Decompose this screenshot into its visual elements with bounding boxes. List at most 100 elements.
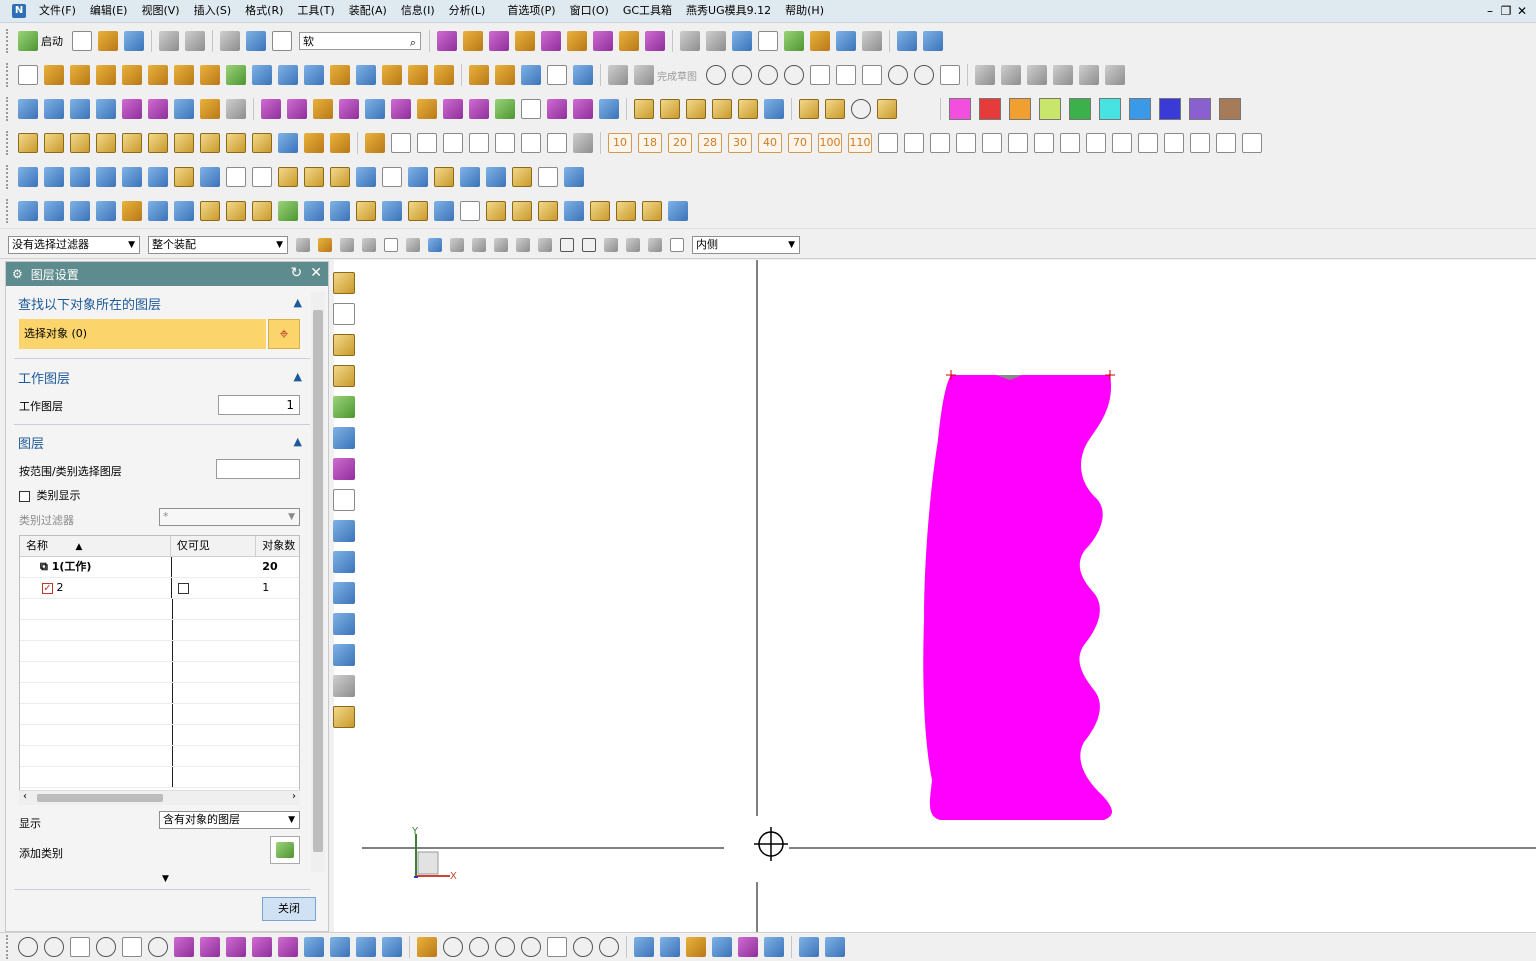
stop-pin-icon[interactable] [538, 201, 558, 221]
start-icon[interactable] [18, 31, 38, 51]
patch-icon[interactable] [391, 99, 411, 119]
spline-icon[interactable] [573, 937, 593, 957]
radius-icon[interactable] [712, 99, 732, 119]
x-form-icon[interactable] [339, 99, 359, 119]
move-object-icon[interactable] [764, 937, 784, 957]
snap-point-icon[interactable] [604, 238, 618, 252]
tray-icon[interactable] [642, 201, 662, 221]
ramp-icon[interactable] [460, 167, 480, 187]
select-objects-field[interactable]: 选择对象 (0) [19, 319, 266, 349]
clamp-icon[interactable] [278, 133, 298, 153]
undo-icon[interactable] [159, 31, 179, 51]
support-icon[interactable] [512, 167, 532, 187]
doc-icon[interactable] [469, 133, 489, 153]
display-select[interactable]: 含有对象的图层 ▼ [159, 811, 300, 829]
color-swatch-brown[interactable] [1219, 98, 1241, 120]
reset-icon[interactable]: ↻ [291, 265, 303, 281]
dialog-title-bar[interactable]: ⚙ 图层设置 ↻ ✕ [6, 262, 328, 286]
snap-end-icon[interactable] [450, 238, 464, 252]
corner-icon[interactable] [122, 167, 142, 187]
house-icon[interactable] [174, 133, 194, 153]
work-layer-input[interactable]: 1 [218, 395, 300, 415]
profile-n-icon[interactable] [1216, 133, 1236, 153]
assembly-icon[interactable] [437, 31, 457, 51]
tube-icon[interactable] [252, 167, 272, 187]
line-icon[interactable] [732, 65, 752, 85]
brush-icon[interactable] [333, 427, 355, 449]
sprue-icon[interactable] [434, 201, 454, 221]
select-feature-icon[interactable] [318, 238, 332, 252]
shaded-view-icon[interactable] [732, 31, 752, 51]
swept-icon[interactable] [495, 65, 515, 85]
section-curve-icon[interactable] [382, 937, 402, 957]
rect-tool-icon[interactable] [70, 937, 90, 957]
menu-analysis[interactable]: 分析(L) [442, 0, 493, 22]
chevron-up-icon[interactable]: ▲ [294, 296, 302, 309]
close-window-icon[interactable]: ✕ [1514, 4, 1530, 18]
camera-alt-icon[interactable] [521, 133, 541, 153]
gear-icon[interactable] [304, 133, 324, 153]
guide-post-icon[interactable] [356, 201, 376, 221]
panel-tool-icon[interactable] [333, 644, 355, 666]
split-body-icon[interactable] [434, 65, 454, 85]
angle-icon[interactable] [686, 99, 706, 119]
fold-icon[interactable] [547, 937, 567, 957]
flag-icon[interactable] [200, 133, 220, 153]
bridge-curve-icon[interactable] [252, 937, 272, 957]
chamfer-icon[interactable] [122, 65, 142, 85]
f8-icon[interactable] [333, 706, 355, 728]
bracket-icon[interactable] [96, 133, 116, 153]
gate-icon[interactable] [619, 31, 639, 51]
rolled-icon[interactable] [469, 99, 489, 119]
select-face-icon[interactable] [362, 238, 376, 252]
join-curve-icon[interactable] [278, 937, 298, 957]
enlarge-icon[interactable] [365, 99, 385, 119]
edit-curve-icon[interactable] [417, 937, 437, 957]
search-icon[interactable]: ⌕ [410, 34, 416, 52]
section-find-objects[interactable]: 查找以下对象所在的图层 [18, 294, 161, 313]
menu-tools[interactable]: 工具(T) [290, 0, 341, 22]
add-category-button[interactable] [270, 836, 300, 864]
menu-info[interactable]: 信息(I) [394, 0, 442, 22]
scroll-left-icon[interactable]: ‹ [23, 791, 27, 802]
column-visible-only[interactable]: 仅可见 [171, 536, 257, 556]
folder-open-icon[interactable] [365, 133, 385, 153]
transform-icon[interactable] [634, 937, 654, 957]
menu-file[interactable]: 文件(F) [32, 0, 83, 22]
text-tool-icon[interactable] [333, 272, 355, 294]
trim-tool-icon[interactable] [333, 303, 355, 325]
key-icon[interactable] [148, 167, 168, 187]
visible-only-checkbox[interactable] [177, 582, 189, 594]
sphere-icon[interactable] [330, 65, 350, 85]
line-tool-icon[interactable] [18, 937, 38, 957]
crosshair-plate-icon[interactable] [252, 201, 272, 221]
arc-tool-icon[interactable] [44, 937, 64, 957]
menu-window[interactable]: 窗口(O) [563, 0, 616, 22]
cylinder-icon[interactable] [278, 65, 298, 85]
download-icon[interactable] [547, 133, 567, 153]
smooth-curve-icon[interactable] [521, 937, 541, 957]
command-search-input[interactable]: 软 ⌕ [299, 32, 421, 50]
intersect-curve-icon[interactable] [200, 937, 220, 957]
auto-constraint-icon[interactable] [1105, 65, 1125, 85]
blend-icon[interactable] [96, 65, 116, 85]
spiral-icon[interactable] [547, 99, 567, 119]
i-beam-wide-icon[interactable] [174, 201, 194, 221]
part-handle-solid[interactable] [923, 370, 1115, 820]
sprocket-icon[interactable] [122, 201, 142, 221]
color-swatch-magenta[interactable] [949, 98, 971, 120]
offset-face-icon[interactable] [382, 65, 402, 85]
shape-tool-icon[interactable] [148, 937, 168, 957]
menu-gc-toolbox[interactable]: GC工具箱 [616, 0, 679, 22]
extrude-icon[interactable] [44, 65, 64, 85]
wireframe-view-icon[interactable] [758, 31, 778, 51]
cone-icon[interactable] [304, 65, 324, 85]
datum-icon[interactable] [599, 99, 619, 119]
layer-icon[interactable] [220, 31, 240, 51]
pencil-icon[interactable] [564, 201, 584, 221]
arch-frame-icon[interactable] [96, 167, 116, 187]
frame-icon[interactable] [252, 133, 272, 153]
curve-mesh-icon[interactable] [70, 99, 90, 119]
plate-holes-icon[interactable] [460, 201, 480, 221]
profile-i-icon[interactable] [1086, 133, 1106, 153]
